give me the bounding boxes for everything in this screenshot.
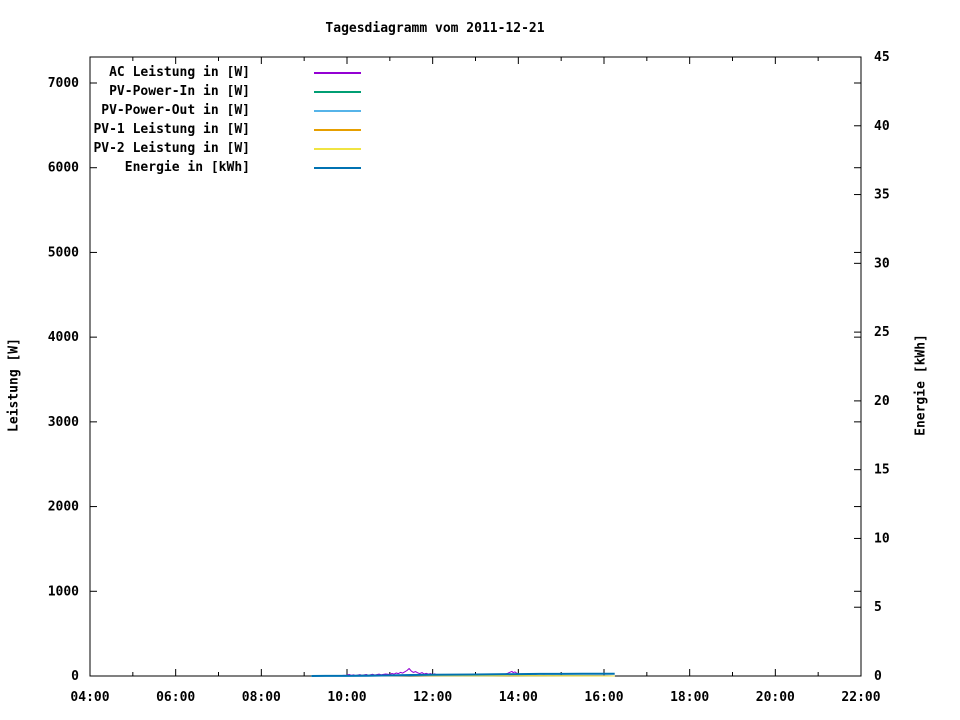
y-right-tick-label: 30 xyxy=(874,256,890,271)
y-left-tick-label: 0 xyxy=(71,669,79,684)
y-right-tick-label: 45 xyxy=(874,50,890,65)
x-tick-label: 12:00 xyxy=(413,690,452,705)
y-right-tick-label: 15 xyxy=(874,463,890,478)
legend-row: PV-Power-In in [W] xyxy=(90,82,470,101)
x-tick-label: 20:00 xyxy=(756,690,795,705)
y-left-tick-label: 5000 xyxy=(48,245,79,260)
x-tick-label: 04:00 xyxy=(70,690,109,705)
x-tick-label: 06:00 xyxy=(156,690,195,705)
x-tick-label: 18:00 xyxy=(670,690,709,705)
y-right-tick-label: 40 xyxy=(874,119,890,134)
y-right-tick-label: 35 xyxy=(874,188,890,203)
legend-label: PV-1 Leistung in [W] xyxy=(93,122,250,137)
y-right-tick-label: 0 xyxy=(874,669,882,684)
y-left-tick-label: 3000 xyxy=(48,415,79,430)
legend-label: PV-Power-In in [W] xyxy=(109,84,250,99)
legend-row: Energie in [kWh] xyxy=(90,158,470,177)
y-right-tick-label: 5 xyxy=(874,600,882,615)
legend-label: AC Leistung in [W] xyxy=(109,65,250,80)
legend-label: PV-2 Leistung in [W] xyxy=(93,141,250,156)
legend-line-sample xyxy=(314,110,361,112)
x-tick-label: 22:00 xyxy=(841,690,880,705)
legend-row: PV-2 Leistung in [W] xyxy=(90,139,470,158)
y-right-tick-label: 10 xyxy=(874,531,890,546)
x-tick-label: 08:00 xyxy=(242,690,281,705)
legend-line-sample xyxy=(314,148,361,150)
legend-label: PV-Power-Out in [W] xyxy=(101,103,250,118)
y-left-tick-label: 4000 xyxy=(48,330,79,345)
y-left-tick-label: 6000 xyxy=(48,161,79,176)
legend-line-sample xyxy=(314,167,361,169)
y-right-tick-label: 20 xyxy=(874,394,890,409)
chart-canvas: Tagesdiagramm vom 2011-12-21 Leistung [W… xyxy=(0,0,960,720)
legend-row: PV-1 Leistung in [W] xyxy=(90,120,470,139)
legend-line-sample xyxy=(314,91,361,93)
legend-row: AC Leistung in [W] xyxy=(90,63,470,82)
legend: AC Leistung in [W] PV-Power-In in [W] PV-P… xyxy=(90,63,470,177)
x-tick-label: 16:00 xyxy=(584,690,623,705)
y-left-tick-label: 1000 xyxy=(48,584,79,599)
legend-label: Energie in [kWh] xyxy=(124,160,250,175)
legend-line-sample xyxy=(314,129,361,131)
legend-line-sample xyxy=(314,72,361,74)
legend-row: PV-Power-Out in [W] xyxy=(90,101,470,120)
y-left-tick-label: 2000 xyxy=(48,500,79,515)
x-tick-label: 10:00 xyxy=(327,690,366,705)
x-tick-label: 14:00 xyxy=(499,690,538,705)
y-left-tick-label: 7000 xyxy=(48,76,79,91)
y-right-tick-label: 25 xyxy=(874,325,890,340)
